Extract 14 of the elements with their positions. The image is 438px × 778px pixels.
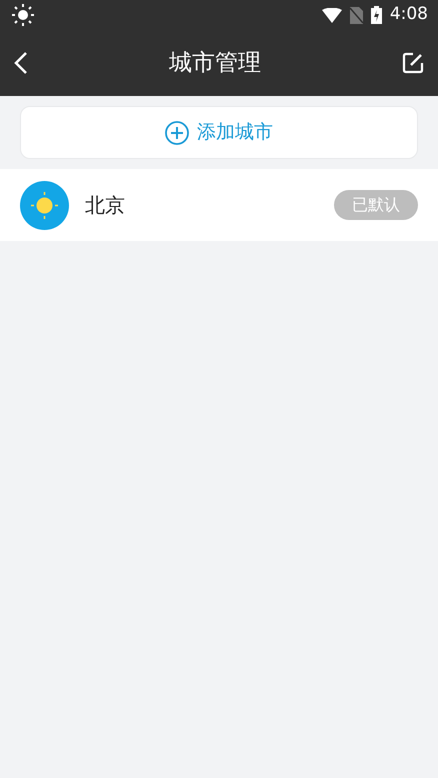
add-city-button[interactable]: 添加城市 [20, 106, 418, 159]
default-city-button[interactable]: 已默认 [334, 190, 418, 220]
plus-circle-icon [165, 120, 189, 144]
sunny-weather-icon [20, 180, 69, 230]
battery-icon [370, 6, 382, 24]
sun-icon [12, 4, 34, 26]
status-time: 4:08 [390, 3, 428, 26]
city-row[interactable]: 北京 已默认 [0, 169, 438, 241]
no-sim-icon [350, 6, 363, 24]
back-icon[interactable] [14, 51, 28, 75]
page-title: 城市管理 [169, 48, 261, 78]
city-name: 北京 [85, 192, 125, 219]
edit-icon[interactable] [402, 52, 424, 74]
wifi-icon [322, 8, 342, 22]
